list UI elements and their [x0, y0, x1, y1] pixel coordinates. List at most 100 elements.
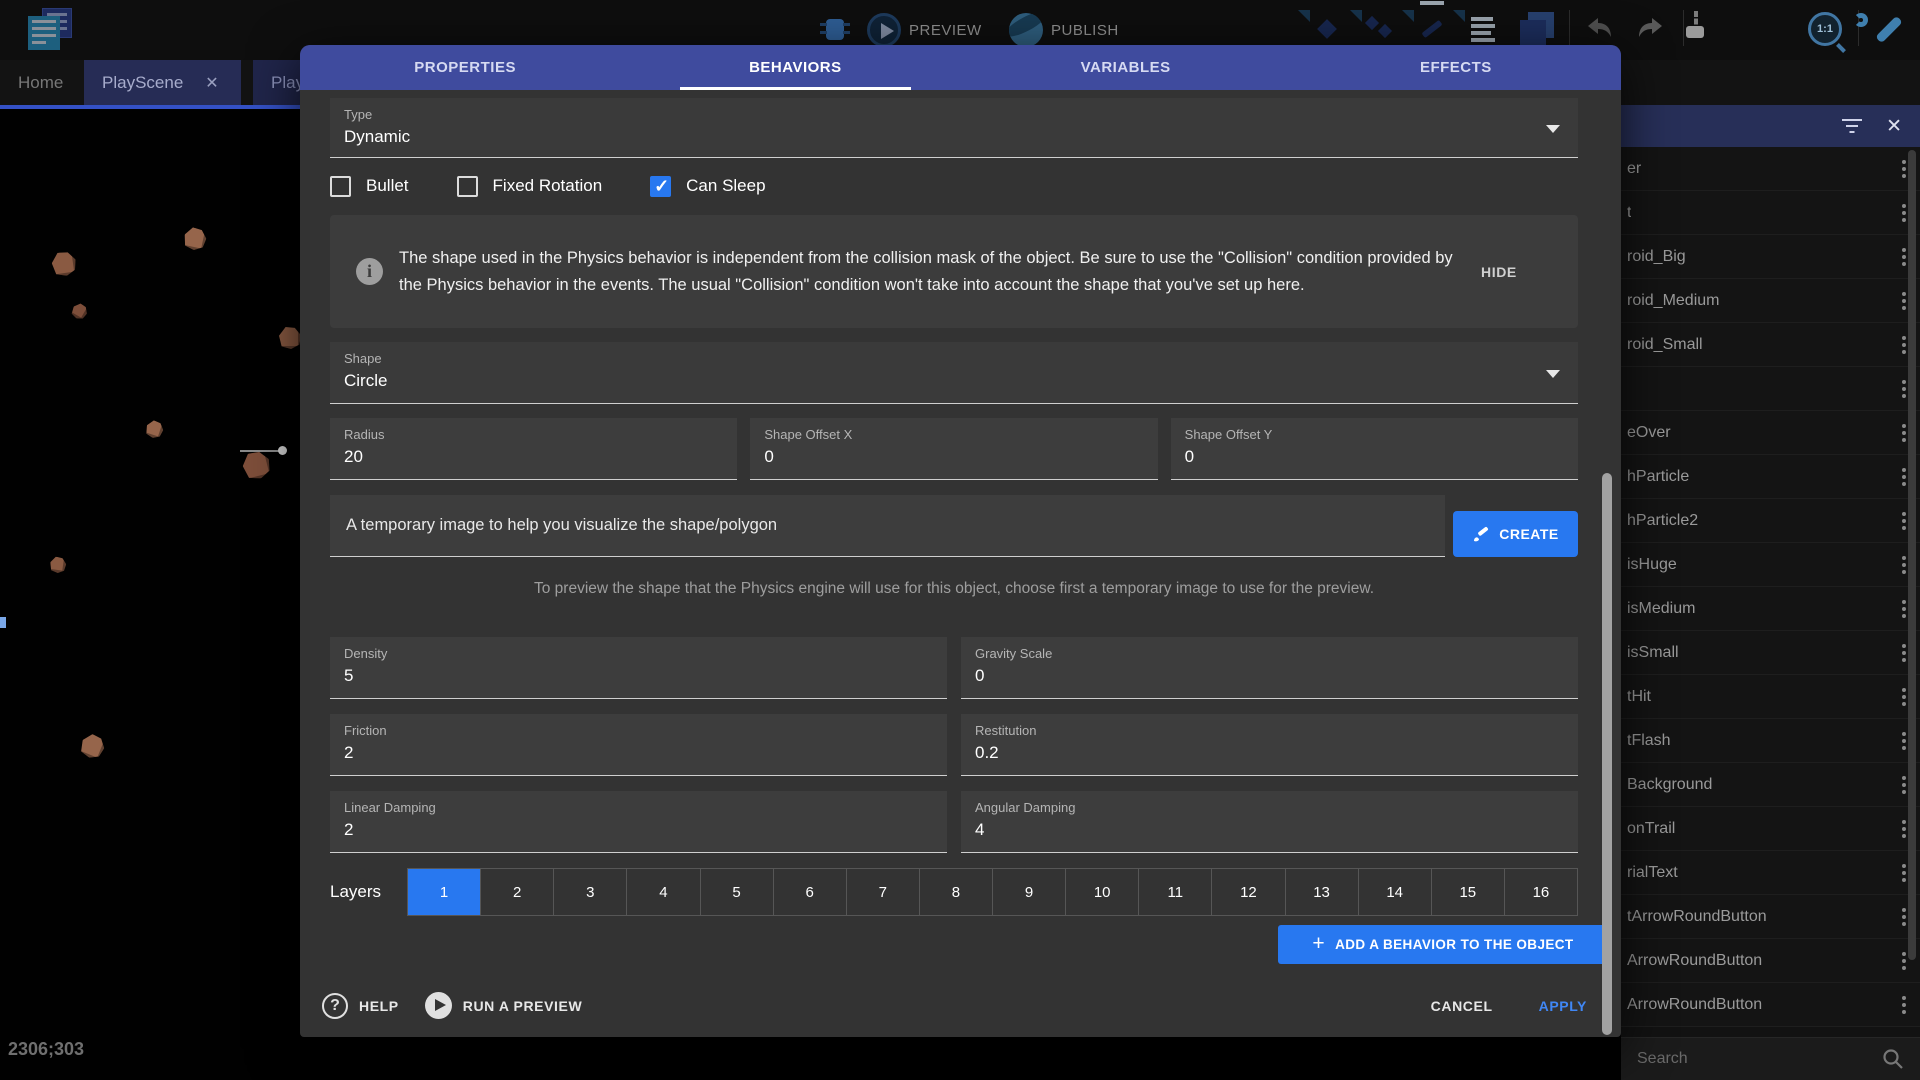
grid-icon[interactable] [1758, 12, 1798, 52]
apply-button[interactable]: APPLY [1539, 998, 1587, 1014]
object-list-item[interactable]: roid_Medium [1621, 279, 1920, 323]
object-list-item[interactable]: tFlash [1621, 719, 1920, 763]
run-preview-icon[interactable] [425, 992, 452, 1019]
item-menu-icon[interactable] [1902, 556, 1906, 574]
item-menu-icon[interactable] [1902, 336, 1906, 354]
temp-image-field[interactable]: A temporary image to help you visualize … [330, 495, 1445, 557]
redo-icon[interactable] [1632, 10, 1672, 50]
item-menu-icon[interactable] [1902, 468, 1906, 486]
instances-list-icon[interactable] [1465, 10, 1505, 50]
field-gravity-scale[interactable]: Gravity Scale0 [961, 637, 1578, 699]
item-menu-icon[interactable] [1902, 820, 1906, 838]
dialog-tab-properties[interactable]: PROPERTIES [300, 45, 630, 90]
object-list-item[interactable]: tArrowRoundButton [1621, 895, 1920, 939]
dialog-tab-behaviors[interactable]: BEHAVIORS [630, 45, 960, 90]
object-list-item[interactable]: tHit [1621, 675, 1920, 719]
layer-button-6[interactable]: 6 [773, 869, 846, 915]
zoom-one-to-one-icon[interactable]: 1:1 [1808, 12, 1848, 52]
add-behavior-button[interactable]: + ADD A BEHAVIOR TO THE OBJECT [1278, 925, 1608, 964]
tab-playscene[interactable]: PlayScene ✕ [84, 60, 241, 105]
field-restitution[interactable]: Restitution0.2 [961, 714, 1578, 776]
field-shape-offset-x[interactable]: Shape Offset X0 [750, 418, 1157, 480]
item-menu-icon[interactable] [1902, 776, 1906, 794]
checkbox-fixed-rotation[interactable]: Fixed Rotation [457, 176, 603, 197]
field-friction[interactable]: Friction2 [330, 714, 947, 776]
shape-dropdown[interactable]: Shape Circle [330, 342, 1578, 404]
objects-scrollbar[interactable] [1908, 150, 1916, 960]
item-menu-icon[interactable] [1902, 732, 1906, 750]
field-density[interactable]: Density5 [330, 637, 947, 699]
object-list-item[interactable]: isHuge [1621, 543, 1920, 587]
layers-panel-icon[interactable] [1518, 10, 1558, 50]
item-menu-icon[interactable] [1902, 644, 1906, 662]
item-menu-icon[interactable] [1902, 688, 1906, 706]
project-manager-icon[interactable] [28, 8, 74, 52]
panel-close-icon[interactable]: ✕ [1886, 117, 1902, 136]
item-menu-icon[interactable] [1902, 996, 1906, 1014]
object-list-item[interactable]: roid_Big [1621, 235, 1920, 279]
settings-wrench-icon[interactable] [1870, 11, 1910, 51]
layer-button-13[interactable]: 13 [1285, 869, 1358, 915]
tab-home[interactable]: Home [0, 60, 84, 105]
create-button[interactable]: CREATE [1453, 511, 1578, 557]
item-menu-icon[interactable] [1902, 292, 1906, 310]
item-menu-icon[interactable] [1902, 600, 1906, 618]
item-menu-icon[interactable] [1902, 908, 1906, 926]
object-list-item[interactable]: eOver [1621, 411, 1920, 455]
run-preview-button[interactable]: RUN A PREVIEW [463, 998, 583, 1014]
tab-close-icon[interactable]: ✕ [205, 73, 218, 93]
dialog-scrollbar[interactable] [1602, 473, 1612, 1035]
object-list-item[interactable]: rialText [1621, 851, 1920, 895]
object-list-item[interactable]: hParticle2 [1621, 499, 1920, 543]
item-menu-icon[interactable] [1902, 204, 1906, 222]
filter-icon[interactable] [1842, 119, 1862, 133]
object-groups-icon[interactable] [1362, 10, 1402, 50]
layer-button-4[interactable]: 4 [626, 869, 699, 915]
object-list-item[interactable]: t [1621, 191, 1920, 235]
debugger-icon[interactable] [820, 14, 850, 44]
hide-button[interactable]: HIDE [1481, 264, 1517, 280]
layer-button-8[interactable]: 8 [919, 869, 992, 915]
layer-button-16[interactable]: 16 [1504, 869, 1577, 915]
help-button[interactable]: HELP [359, 998, 399, 1014]
field-angular-damping[interactable]: Angular Damping4 [961, 791, 1578, 853]
layer-button-7[interactable]: 7 [846, 869, 919, 915]
object-list-item[interactable]: hParticle [1621, 455, 1920, 499]
delete-instances-icon[interactable] [1694, 13, 1734, 53]
checkbox-can-sleep[interactable]: Can Sleep [650, 176, 765, 197]
item-menu-icon[interactable] [1902, 380, 1906, 398]
object-list-item[interactable]: Background [1621, 763, 1920, 807]
dialog-tab-variables[interactable]: VARIABLES [961, 45, 1291, 90]
cancel-button[interactable]: CANCEL [1431, 998, 1493, 1014]
dialog-tab-effects[interactable]: EFFECTS [1291, 45, 1621, 90]
undo-icon[interactable] [1580, 10, 1620, 50]
layer-button-5[interactable]: 5 [700, 869, 773, 915]
object-list-item[interactable]: roid_Small [1621, 323, 1920, 367]
layer-button-15[interactable]: 15 [1431, 869, 1504, 915]
object-list-item[interactable]: ArrowRoundButton [1621, 939, 1920, 983]
field-linear-damping[interactable]: Linear Damping2 [330, 791, 947, 853]
layer-button-3[interactable]: 3 [553, 869, 626, 915]
objects-search[interactable]: Search [1621, 1037, 1920, 1080]
layer-button-1[interactable]: 1 [408, 869, 480, 915]
layer-button-9[interactable]: 9 [992, 869, 1065, 915]
object-list-item[interactable]: er [1621, 147, 1920, 191]
field-radius[interactable]: Radius20 [330, 418, 737, 480]
checkbox-bullet[interactable]: Bullet [330, 176, 409, 197]
item-menu-icon[interactable] [1902, 160, 1906, 178]
layer-button-11[interactable]: 11 [1138, 869, 1211, 915]
object-list-item[interactable]: isMedium [1621, 587, 1920, 631]
item-menu-icon[interactable] [1902, 512, 1906, 530]
layer-button-14[interactable]: 14 [1358, 869, 1431, 915]
layer-button-10[interactable]: 10 [1065, 869, 1138, 915]
layer-button-12[interactable]: 12 [1211, 869, 1284, 915]
help-icon[interactable]: ? [322, 993, 348, 1019]
properties-pencil-icon[interactable] [1414, 10, 1454, 50]
item-menu-icon[interactable] [1902, 864, 1906, 882]
layer-button-2[interactable]: 2 [480, 869, 553, 915]
object-list-item[interactable] [1621, 367, 1920, 411]
item-menu-icon[interactable] [1902, 424, 1906, 442]
field-shape-offset-y[interactable]: Shape Offset Y0 [1171, 418, 1578, 480]
object-list-item[interactable]: ArrowRoundButton [1621, 983, 1920, 1027]
object-list-item[interactable]: isSmall [1621, 631, 1920, 675]
